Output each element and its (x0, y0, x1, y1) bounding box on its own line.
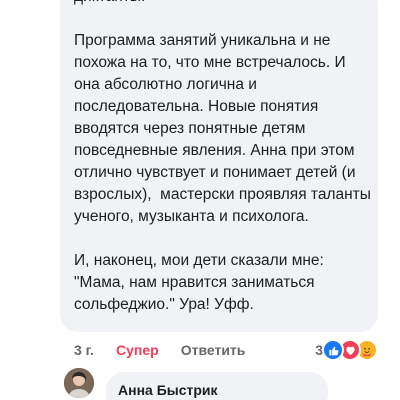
reply-bubble: Анна Быстрик (106, 372, 328, 400)
comment-thread: диктанты. Программа занятий уникальна и … (0, 0, 400, 400)
comment-actions: 3 г. Супер Ответить (74, 340, 245, 360)
heart-glyph (345, 346, 355, 355)
care-face-glyph (360, 343, 374, 357)
reply-author-name[interactable]: Анна Быстрик (118, 382, 218, 398)
comment-timestamp[interactable]: 3 г. (74, 342, 94, 358)
reply-button[interactable]: Ответить (181, 342, 246, 358)
avatar[interactable] (64, 368, 94, 398)
like-icon (322, 339, 344, 361)
thumbs-up-glyph (328, 346, 338, 355)
love-reaction-button[interactable]: Супер (116, 342, 159, 358)
reaction-summary[interactable]: 3 (315, 338, 378, 362)
avatar-image (64, 368, 94, 398)
comment-text: диктанты. Программа занятий уникальна и … (74, 0, 371, 313)
comment-bubble: диктанты. Программа занятий уникальна и … (60, 0, 378, 332)
